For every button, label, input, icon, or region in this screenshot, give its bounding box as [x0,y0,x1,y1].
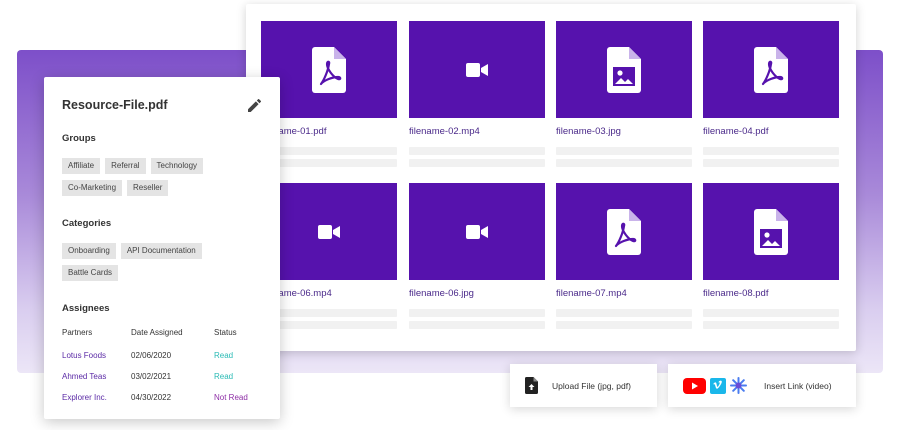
video-camera-icon [466,62,488,77]
file-tile[interactable]: filename-04.pdf [703,21,839,167]
partner-link[interactable]: Explorer Inc. [62,388,131,409]
image-file-icon [754,208,788,255]
partner-link[interactable]: Ahmed Teas [62,367,131,388]
file-name[interactable]: filename-06.jpg [409,288,545,300]
table-row: Ahmed Teas 03/02/2021 Read [62,367,262,388]
file-tile[interactable]: filename-01.pdf [261,21,397,167]
file-thumbnail[interactable] [556,183,692,280]
category-chip[interactable]: Onboarding [62,243,116,259]
placeholder-line [261,321,397,329]
placeholder-line [261,147,397,155]
groups-heading: Groups [62,133,96,144]
edit-button[interactable] [246,97,262,113]
column-header-date-assigned: Date Assigned [131,328,183,337]
file-thumbnail[interactable] [703,21,839,118]
pdf-file-icon [607,208,641,255]
upload-file-icon [525,377,538,394]
placeholder-line [409,159,545,167]
file-thumbnail[interactable] [261,183,397,280]
table-row: Lotus Foods 02/06/2020 Read [62,346,262,367]
file-thumbnail[interactable] [261,21,397,118]
categories-heading: Categories [62,218,112,229]
date-assigned: 03/02/2021 [131,372,172,381]
file-thumbnail[interactable] [409,183,545,280]
status-badge: Read [214,372,234,381]
card-header: Resource-File.pdf [62,97,262,113]
file-name[interactable]: filename-08.pdf [703,288,839,300]
groups-chips: Affiliate Referral Technology Co-Marketi… [62,158,262,196]
placeholder-line [556,321,692,329]
video-brand-icons [683,377,747,394]
resource-detail-card: Resource-File.pdf Groups Affiliate Refer… [44,77,280,419]
file-grid-panel: filename-01.pdf filename-02.mp4 filename… [246,4,856,351]
pdf-file-icon [312,46,346,93]
upload-file-button[interactable]: Upload File (jpg, pdf) [510,364,657,407]
image-file-icon [607,46,641,93]
pdf-file-icon [754,46,788,93]
placeholder-line [703,321,839,329]
file-name[interactable]: filename-07.mp4 [556,288,692,300]
group-chip[interactable]: Referral [105,158,146,174]
table-row: Explorer Inc. 04/30/2022 Not Read [62,388,262,409]
file-name[interactable]: filename-04.pdf [703,126,839,138]
categories-chips: Onboarding API Documentation Battle Card… [62,243,262,281]
file-name[interactable]: filename-03.jpg [556,126,692,138]
file-thumbnail[interactable] [556,21,692,118]
vimeo-icon [710,377,726,394]
file-thumbnail[interactable] [703,183,839,280]
file-name[interactable]: filename-06.mp4 [261,288,397,300]
group-chip[interactable]: Technology [150,158,204,174]
placeholder-line [556,309,692,317]
wistia-icon [730,377,747,394]
date-assigned: 04/30/2022 [131,393,172,402]
placeholder-line [409,321,545,329]
placeholder-line [556,147,692,155]
file-name[interactable]: filename-02.mp4 [409,126,545,138]
placeholder-line [703,309,839,317]
file-tile[interactable]: filename-06.jpg [409,183,545,329]
date-assigned: 02/06/2020 [131,351,172,360]
placeholder-line [409,147,545,155]
column-header-status: Status [214,328,237,337]
resource-title: Resource-File.pdf [62,98,168,112]
status-badge: Read [214,351,234,360]
group-chip[interactable]: Affiliate [62,158,101,174]
file-tile[interactable]: filename-07.mp4 [556,183,692,329]
youtube-icon [683,377,706,394]
group-chip[interactable]: Reseller [127,180,169,196]
assignees-heading: Assignees [62,303,110,314]
insert-link-button[interactable]: Insert Link (video) [668,364,856,407]
file-tile[interactable]: filename-08.pdf [703,183,839,329]
video-camera-icon [318,224,340,239]
column-header-partners: Partners [62,328,93,337]
placeholder-line [703,147,839,155]
file-tile[interactable]: filename-03.jpg [556,21,692,167]
category-chip[interactable]: Battle Cards [62,265,119,281]
video-camera-icon [466,224,488,239]
pencil-icon [247,98,261,112]
placeholder-line [409,309,545,317]
placeholder-line [261,309,397,317]
upload-file-label: Upload File (jpg, pdf) [552,380,631,391]
file-thumbnail[interactable] [409,21,545,118]
file-name[interactable]: filename-01.pdf [261,126,397,138]
status-badge: Not Read [214,393,248,402]
file-tile[interactable]: filename-02.mp4 [409,21,545,167]
placeholder-line [703,159,839,167]
placeholder-line [556,159,692,167]
insert-link-label: Insert Link (video) [764,380,832,391]
placeholder-line [261,159,397,167]
group-chip[interactable]: Co-Marketing [62,180,123,196]
category-chip[interactable]: API Documentation [120,243,202,259]
assignees-table: Partners Date Assigned Status Lotus Food… [62,328,262,409]
table-header-row: Partners Date Assigned Status [62,328,262,346]
file-tile[interactable]: filename-06.mp4 [261,183,397,329]
partner-link[interactable]: Lotus Foods [62,346,131,367]
